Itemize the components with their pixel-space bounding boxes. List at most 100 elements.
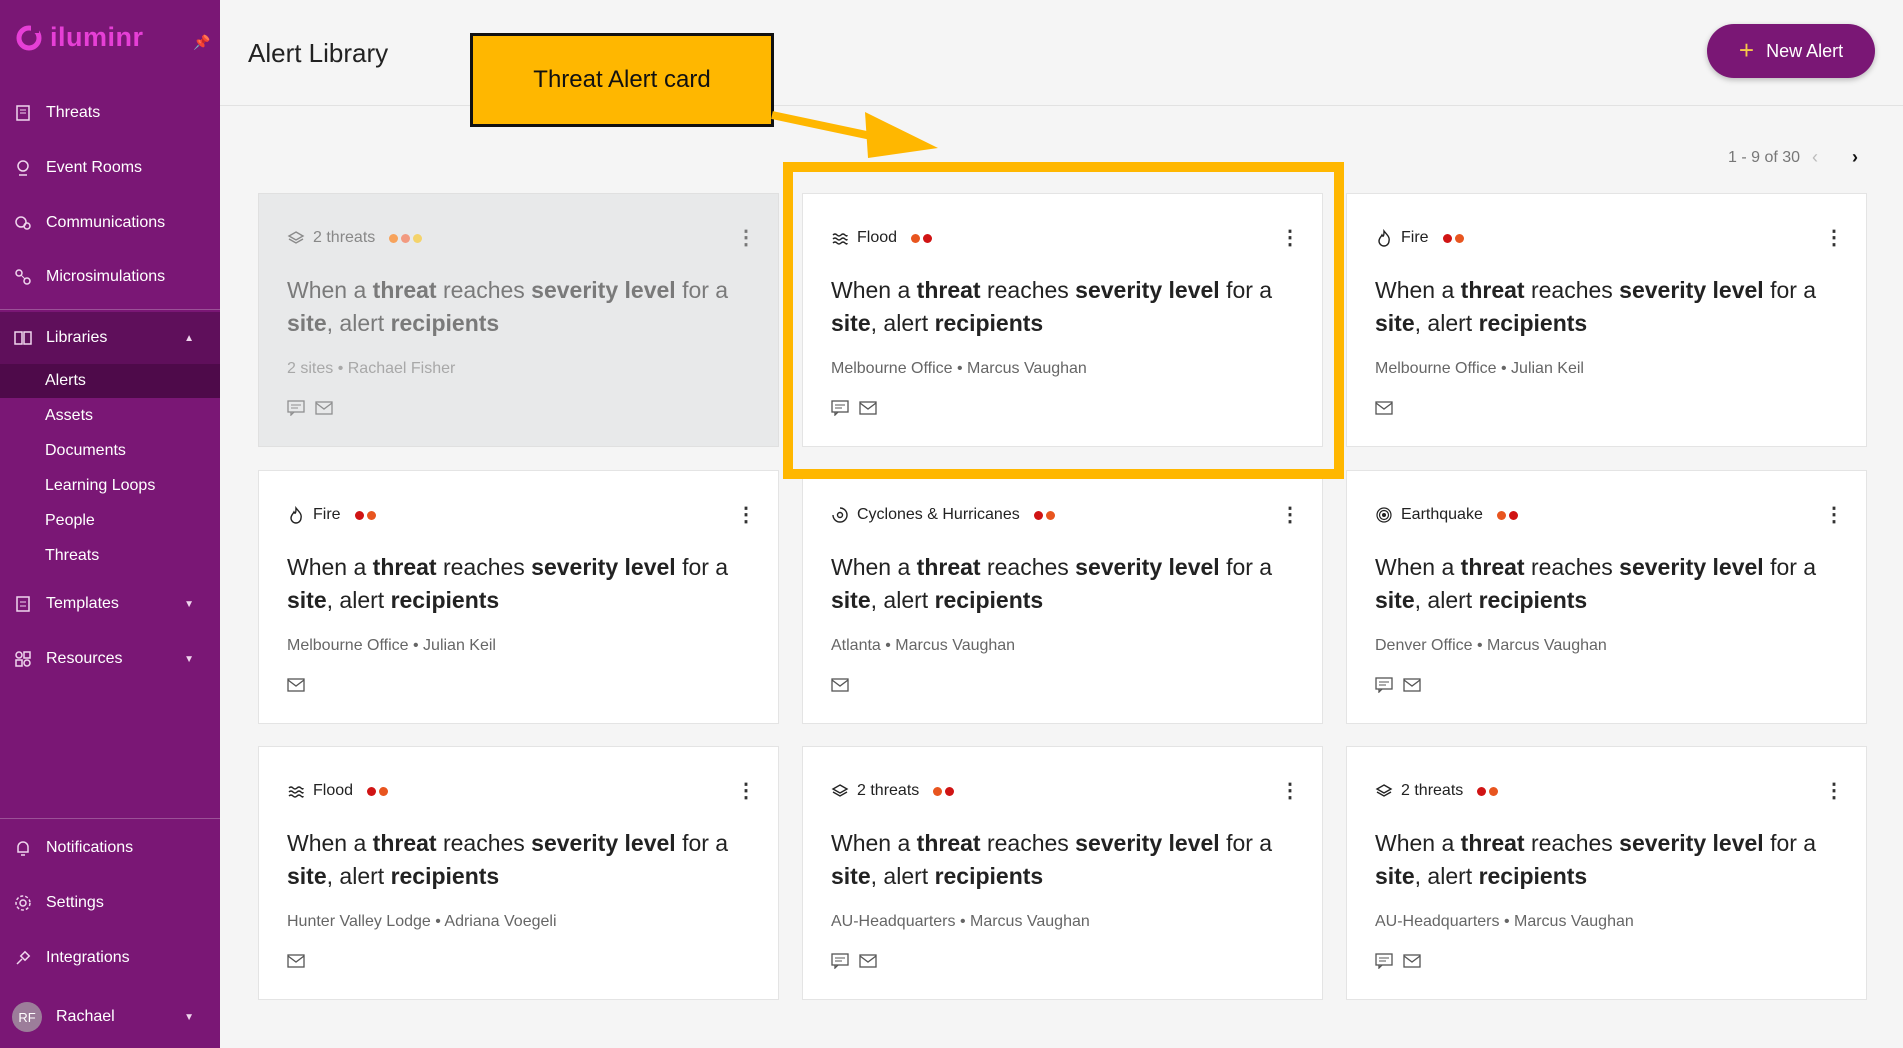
sidebar-item-resources[interactable]: Resources ▼ <box>0 637 220 681</box>
email-icon <box>287 953 305 971</box>
more-options-icon[interactable]: ⋮ <box>1280 228 1300 248</box>
more-options-icon[interactable]: ⋮ <box>1824 505 1844 525</box>
sms-icon <box>831 953 849 971</box>
threat-tag-label: Earthquake <box>1401 506 1483 523</box>
sidebar-item-notifications[interactable]: Notifications <box>0 826 220 870</box>
sidebar-subitem-documents[interactable]: Documents <box>0 434 220 468</box>
chevron-right-icon[interactable]: › <box>1852 147 1858 168</box>
sidebar-subitem-assets[interactable]: Assets <box>0 399 220 433</box>
alert-rule-text: When a threat reaches severity level for… <box>831 554 1273 613</box>
flood-icon <box>831 229 849 247</box>
sidebar-item-communications[interactable]: Communications <box>0 201 220 245</box>
threat-tag-label: 2 threats <box>313 229 376 246</box>
sidebar-subitem-people[interactable]: People <box>0 504 220 538</box>
threat-tag-label: 2 threats <box>857 782 920 799</box>
alert-rule-text: When a threat reaches severity level for… <box>831 830 1273 889</box>
severity-dots <box>354 510 376 520</box>
alert-card[interactable]: Flood ⋮ When a threat reaches severity l… <box>258 746 779 1000</box>
severity-dot <box>1442 233 1452 243</box>
bell-icon <box>14 839 32 857</box>
alert-card[interactable]: Cyclones & Hurricanes ⋮ When a threat re… <box>802 470 1323 724</box>
threat-tag: 2 threats <box>1375 782 1499 800</box>
threat-tag-label: Flood <box>857 229 898 246</box>
alert-rule-text: When a threat reaches severity level for… <box>287 554 729 613</box>
alert-card[interactable]: Earthquake ⋮ When a threat reaches sever… <box>1346 470 1867 724</box>
sms-icon <box>831 400 849 418</box>
severity-dot <box>1508 510 1518 520</box>
sms-icon <box>1375 953 1393 971</box>
sidebar-subitem-threats[interactable]: Threats <box>0 539 220 573</box>
more-options-icon[interactable]: ⋮ <box>1280 781 1300 801</box>
threat-tag: Flood <box>287 782 389 800</box>
alert-meta: Atlanta • Marcus Vaughan <box>831 637 1016 654</box>
channel-icons <box>287 677 305 695</box>
alert-card[interactable]: 2 threats ⋮ When a threat reaches severi… <box>802 746 1323 1000</box>
user-name: Rachael <box>56 1008 115 1025</box>
alert-card[interactable]: Fire ⋮ When a threat reaches severity le… <box>258 470 779 724</box>
libraries-icon <box>14 329 32 347</box>
layers-icon <box>287 229 305 247</box>
severity-dot <box>1477 786 1487 796</box>
sidebar-item-templates[interactable]: Templates ▼ <box>0 582 220 626</box>
threat-tag-label: Flood <box>313 782 354 799</box>
sidebar-item-libraries[interactable]: Libraries ▲ <box>0 316 220 360</box>
channel-icons <box>1375 400 1393 418</box>
sidebar-subitem-alerts[interactable]: Alerts <box>0 364 220 398</box>
sidebar-item-threats[interactable]: Threats <box>0 91 220 135</box>
alert-card[interactable]: 2 threats ⋮ When a threat reaches severi… <box>258 193 779 447</box>
more-options-icon[interactable]: ⋮ <box>736 505 756 525</box>
more-options-icon[interactable]: ⋮ <box>1824 228 1844 248</box>
alert-rule-text: When a threat reaches severity level for… <box>287 830 729 889</box>
new-alert-button[interactable]: + New Alert <box>1707 24 1875 78</box>
threat-tag-label: 2 threats <box>1401 782 1464 799</box>
severity-dots <box>1477 786 1499 796</box>
severity-dot <box>366 510 376 520</box>
channel-icons <box>831 400 877 418</box>
more-options-icon[interactable]: ⋮ <box>736 228 756 248</box>
earthquake-icon <box>1375 506 1393 524</box>
sidebar-item-settings[interactable]: Settings <box>0 881 220 925</box>
sidebar-item-integrations[interactable]: Integrations <box>0 936 220 980</box>
brand-logo[interactable]: iluminr <box>14 22 144 53</box>
fire-icon <box>287 506 305 524</box>
sidebar-item-label: Libraries <box>46 329 108 346</box>
more-options-icon[interactable]: ⋮ <box>736 781 756 801</box>
flood-icon <box>287 782 305 800</box>
severity-dot <box>1454 233 1464 243</box>
sidebar-user-menu[interactable]: RF Rachael ▼ <box>0 995 220 1039</box>
more-options-icon[interactable]: ⋮ <box>1280 505 1300 525</box>
sidebar-subitem-learning-loops[interactable]: Learning Loops <box>0 469 220 503</box>
severity-dots <box>1442 233 1464 243</box>
layers-icon <box>1375 782 1393 800</box>
channel-icons <box>1375 677 1421 695</box>
sidebar-item-label: Communications <box>46 214 166 231</box>
severity-dots <box>1033 510 1055 520</box>
alert-card[interactable]: Fire ⋮ When a threat reaches severity le… <box>1346 193 1867 447</box>
alert-meta: Melbourne Office • Julian Keil <box>1375 360 1584 377</box>
alert-card[interactable]: 2 threats ⋮ When a threat reaches severi… <box>1346 746 1867 1000</box>
severity-dots <box>367 786 389 796</box>
iluminr-logo-icon <box>16 24 42 50</box>
threat-tag-label: Fire <box>313 506 341 523</box>
pin-icon[interactable]: 📌 <box>193 34 210 51</box>
severity-dot <box>945 786 955 796</box>
severity-dot <box>389 233 399 243</box>
chevron-down-icon: ▼ <box>184 1011 194 1023</box>
cyclone-icon <box>831 506 849 524</box>
alert-rule-text: When a threat reaches severity level for… <box>1375 830 1817 889</box>
sidebar-item-label: Threats <box>46 104 101 121</box>
templates-icon <box>14 595 32 613</box>
sidebar-item-microsimulations[interactable]: Microsimulations <box>0 255 220 299</box>
threat-tag: Fire <box>1375 229 1464 247</box>
more-options-icon[interactable]: ⋮ <box>1824 781 1844 801</box>
sidebar-item-label: Settings <box>46 894 104 911</box>
alert-card[interactable]: Flood ⋮ When a threat reaches severity l… <box>802 193 1323 447</box>
sidebar-item-label: Notifications <box>46 839 134 856</box>
email-icon <box>831 677 849 695</box>
new-alert-label: New Alert <box>1766 40 1844 61</box>
chevron-left-icon[interactable]: ‹ <box>1812 147 1818 168</box>
email-icon <box>859 953 877 971</box>
sidebar-item-event-rooms[interactable]: Event Rooms <box>0 146 220 190</box>
sidebar: iluminr 📌 Threats Event Rooms Communicat… <box>0 0 220 1048</box>
alert-rule-text: When a threat reaches severity level for… <box>1375 277 1817 336</box>
